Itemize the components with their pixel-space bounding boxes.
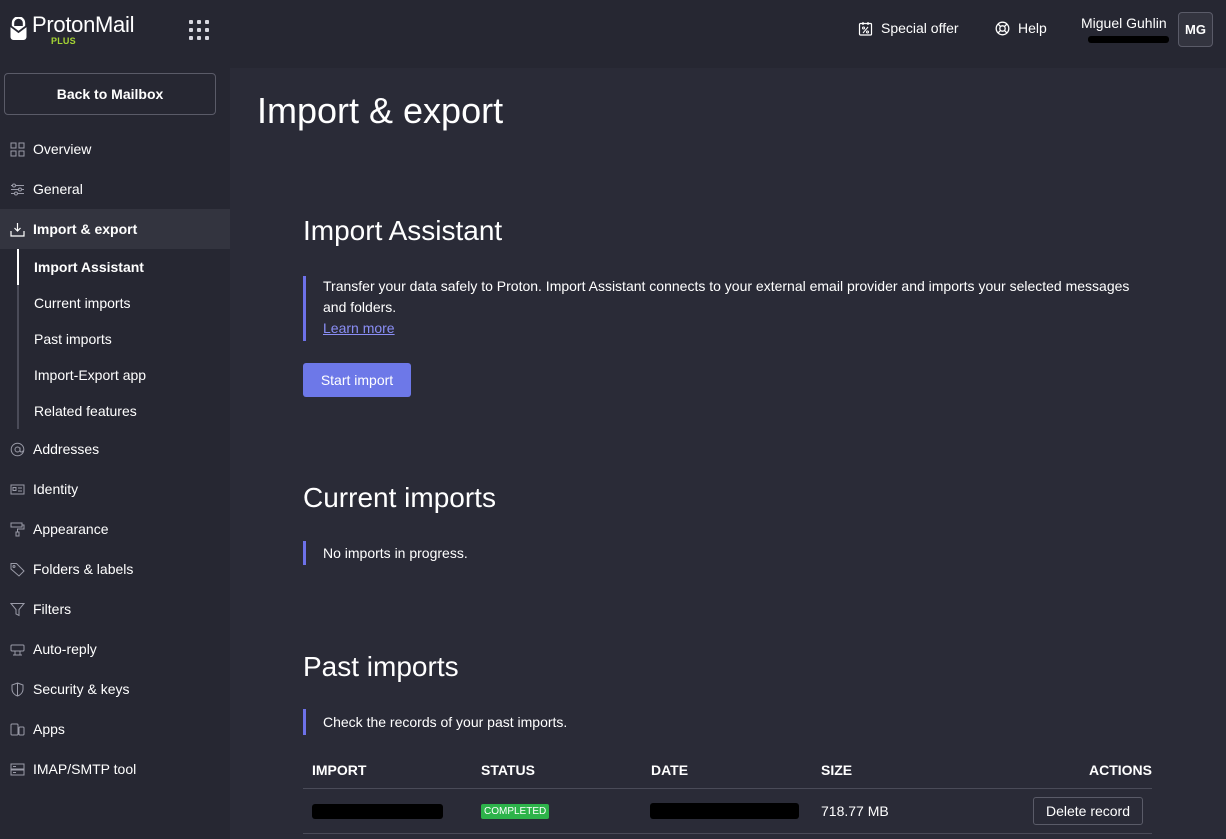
lock-logo-icon <box>10 17 27 40</box>
main-content: Import & export Import Assistant Transfe… <box>230 68 1226 839</box>
past-imports-message: Check the records of your past imports. <box>303 709 567 735</box>
import-assistant-description: Transfer your data safely to Proton. Imp… <box>303 276 1139 341</box>
table-row: COMPLETED 718.77 MB Delete record <box>303 789 1152 834</box>
current-imports-title: Current imports <box>303 482 496 513</box>
server-icon <box>10 762 25 777</box>
sliders-icon <box>10 182 25 197</box>
at-icon <box>10 442 25 457</box>
sidebar-item-general[interactable]: General <box>0 169 230 209</box>
subnav-past-imports[interactable]: Past imports <box>34 321 112 357</box>
lifebuoy-icon <box>995 21 1010 35</box>
brand: ProtonMail PLUS <box>32 14 134 46</box>
sidebar-item-label: General <box>33 181 83 197</box>
delete-record-button[interactable]: Delete record <box>1033 797 1143 825</box>
page-title: Import & export <box>257 90 504 131</box>
paint-roller-icon <box>10 522 25 537</box>
gift-percent-icon <box>858 21 873 36</box>
current-imports-message: No imports in progress. <box>303 541 468 565</box>
user-name[interactable]: Miguel Guhlin <box>1081 15 1167 31</box>
redacted-import-name <box>312 804 443 819</box>
special-offer-label: Special offer <box>881 20 959 36</box>
learn-more-link[interactable]: Learn more <box>323 320 395 336</box>
top-bar: ProtonMail PLUS Special offer Help Migue… <box>0 0 1226 68</box>
auto-reply-icon <box>10 642 25 657</box>
help-label: Help <box>1018 20 1047 36</box>
sidebar-item-auto-reply[interactable]: Auto-reply <box>0 629 230 669</box>
table-header: IMPORT STATUS DATE SIZE ACTIONS <box>303 751 1152 789</box>
sidebar-item-apps[interactable]: Apps <box>0 709 230 749</box>
plan-badge: PLUS <box>51 36 76 46</box>
protonmail-logo[interactable]: ProtonMail PLUS <box>10 14 134 46</box>
redacted-date <box>650 803 799 819</box>
sidebar-item-label: IMAP/SMTP tool <box>33 761 137 777</box>
sidebar-item-label: Auto-reply <box>33 641 97 657</box>
filter-icon <box>10 602 25 617</box>
column-header-date[interactable]: DATE <box>651 762 688 778</box>
sidebar-item-identity[interactable]: Identity <box>0 469 230 509</box>
sidebar-item-label: Identity <box>33 481 79 497</box>
sidebar-item-label: Import & export <box>33 221 138 237</box>
sidebar-item-imap-smtp[interactable]: IMAP/SMTP tool <box>0 749 230 789</box>
help-button[interactable]: Help <box>995 20 1047 36</box>
sidebar-item-label: Appearance <box>33 521 109 537</box>
sidebar-item-label: Overview <box>33 141 92 157</box>
sidebar-item-import-export[interactable]: Import & export <box>0 209 230 249</box>
past-imports-title: Past imports <box>303 651 459 682</box>
past-imports-table: IMPORT STATUS DATE SIZE ACTIONS COMPLETE… <box>303 751 1152 834</box>
column-header-size[interactable]: SIZE <box>821 762 852 778</box>
sidebar-item-appearance[interactable]: Appearance <box>0 509 230 549</box>
sidebar-item-folders-labels[interactable]: Folders & labels <box>0 549 230 589</box>
import-assistant-text: Transfer your data safely to Proton. Imp… <box>323 278 1130 315</box>
subnav-related-features[interactable]: Related features <box>34 393 137 429</box>
subnav-import-export-app[interactable]: Import-Export app <box>34 357 146 393</box>
sidebar-item-security-keys[interactable]: Security & keys <box>0 669 230 709</box>
brand-name: ProtonMail <box>32 12 135 37</box>
avatar[interactable]: MG <box>1178 12 1213 47</box>
column-header-actions: ACTIONS <box>1089 762 1152 778</box>
sidebar-item-label: Security & keys <box>33 681 130 697</box>
app-switcher-icon[interactable] <box>189 20 209 40</box>
id-card-icon <box>10 482 25 497</box>
sub-nav-active-indicator <box>17 249 19 285</box>
subnav-current-imports[interactable]: Current imports <box>34 285 130 321</box>
subnav-import-assistant[interactable]: Import Assistant <box>34 249 144 285</box>
redacted-email <box>1088 36 1169 43</box>
shield-icon <box>10 681 25 697</box>
apps-icon <box>10 722 25 737</box>
special-offer-button[interactable]: Special offer <box>858 20 959 36</box>
sidebar-item-label: Apps <box>33 721 65 737</box>
back-to-mailbox-button[interactable]: Back to Mailbox <box>4 73 216 115</box>
sidebar-item-label: Filters <box>33 601 72 617</box>
start-import-button[interactable]: Start import <box>303 363 411 397</box>
sidebar-item-label: Folders & labels <box>33 561 134 577</box>
import-assistant-title: Import Assistant <box>303 215 503 246</box>
import-icon <box>10 222 25 237</box>
tag-icon <box>10 562 25 577</box>
column-header-import[interactable]: IMPORT <box>312 762 366 778</box>
sidebar: Back to Mailbox Overview General Import … <box>0 68 230 839</box>
sidebar-item-overview[interactable]: Overview <box>0 129 230 169</box>
grid-icon <box>10 142 25 157</box>
status-badge: COMPLETED <box>481 804 550 819</box>
sidebar-item-filters[interactable]: Filters <box>0 589 230 629</box>
import-size: 718.77 MB <box>821 803 889 819</box>
sidebar-item-addresses[interactable]: Addresses <box>0 429 230 469</box>
sidebar-item-label: Addresses <box>33 441 100 457</box>
column-header-status[interactable]: STATUS <box>481 762 535 778</box>
